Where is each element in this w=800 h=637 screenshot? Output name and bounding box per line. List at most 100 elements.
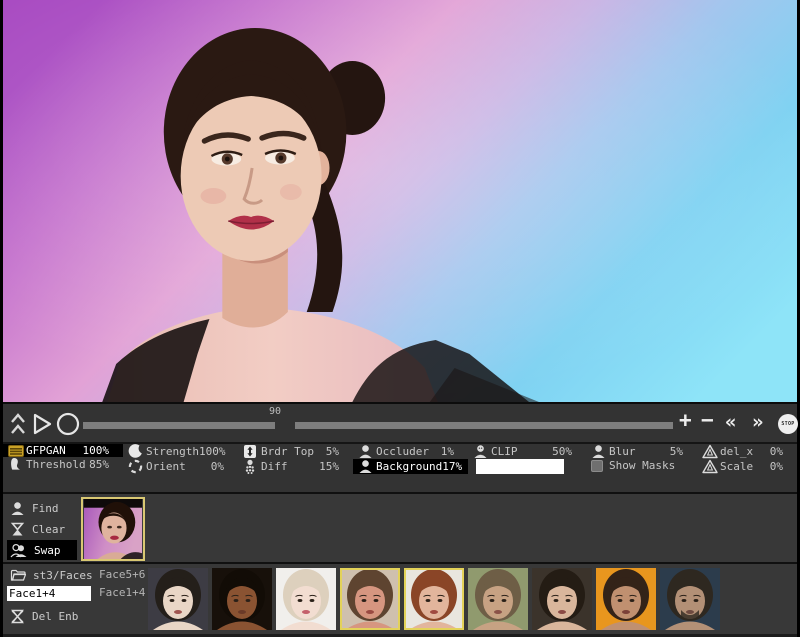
record-icon[interactable] [56, 411, 80, 437]
person-bust-icon [358, 459, 376, 474]
face-thumbnails-row [148, 568, 720, 630]
folder-icon [10, 568, 26, 582]
person-bust-icon [591, 444, 609, 459]
hourglass-icon [10, 522, 25, 537]
rewind-button[interactable]: « [725, 411, 736, 433]
find-button[interactable]: Find [7, 498, 77, 518]
face-thumbnail-6[interactable] [468, 568, 528, 630]
swap-target-thumbnail[interactable] [81, 497, 145, 561]
faces-folder-button[interactable]: st3/Faces [10, 568, 93, 582]
threshold-label: Threshold [26, 458, 86, 471]
crossed-hourglass-icon [10, 609, 25, 624]
face-swap-app: 90 + − « » STOP GFPGAN 100% Threshold 85… [0, 0, 800, 637]
clip-control[interactable]: CLIP 50% [468, 444, 586, 459]
strength-label: Strength [146, 445, 199, 458]
background-value: 17% [442, 460, 462, 473]
crescent-icon [128, 444, 146, 459]
jump-up-icon[interactable] [9, 411, 27, 437]
clip-input-cell [468, 459, 586, 474]
occluder-label: Occluder [376, 445, 429, 458]
triangle-warning-icon [702, 444, 720, 459]
del-x-control[interactable]: del_x 0% [697, 444, 797, 459]
background-label: Background [376, 460, 442, 473]
slider-value: 90 [269, 406, 281, 417]
gfpgan-control[interactable]: GFPGAN 100% [3, 444, 123, 457]
clip-label: CLIP [491, 445, 518, 458]
swap-panel: Find Clear Swap [3, 492, 797, 562]
face-tag: Face1+4 [99, 586, 145, 599]
del-x-value: 0% [770, 445, 783, 458]
background-control[interactable]: Background 17% [353, 459, 468, 474]
blur-control[interactable]: Blur 5% [586, 444, 697, 459]
blur-value: 5% [670, 445, 683, 458]
forward-button[interactable]: » [752, 411, 763, 433]
face-thumbnail-5[interactable] [404, 568, 464, 630]
vertical-arrows-box-icon [243, 444, 261, 459]
strength-control[interactable]: Strength 100% [123, 444, 238, 459]
person-bust-icon [10, 501, 25, 516]
face-name-input[interactable] [7, 586, 91, 601]
find-label: Find [32, 502, 59, 515]
increase-button[interactable]: + [679, 408, 692, 432]
gfpgan-badge-icon [8, 445, 26, 457]
clear-button[interactable]: Clear [7, 519, 77, 539]
scale-value: 0% [770, 460, 783, 473]
threshold-icon [8, 457, 26, 472]
scale-control[interactable]: Scale 0% [697, 459, 797, 474]
clear-label: Clear [32, 523, 65, 536]
face-thumbnail-9[interactable] [660, 568, 720, 630]
border-top-value: 5% [326, 445, 339, 458]
show-masks-checkbox[interactable] [591, 460, 603, 472]
del-x-label: del_x [720, 445, 753, 458]
threshold-control[interactable]: Threshold 85% [3, 457, 123, 472]
border-top-label: Brdr Top [261, 445, 314, 458]
two-persons-icon [10, 543, 27, 558]
orient-value: 0% [211, 460, 224, 473]
swap-label: Swap [34, 544, 61, 557]
swap-button[interactable]: Swap [7, 540, 77, 560]
stop-button[interactable]: STOP [778, 414, 798, 434]
preview-image [3, 0, 797, 402]
face-thumbnail-3[interactable] [276, 568, 336, 630]
faces-panel: st3/Faces Del Enb Face5+6 Face1+4 [3, 562, 797, 637]
playback-bar: 90 + − « » STOP [3, 402, 797, 442]
decrease-button[interactable]: − [701, 408, 714, 432]
triangle-warning-icon [702, 459, 720, 474]
show-masks-label: Show Masks [609, 459, 675, 472]
face-thumbnail-4[interactable] [340, 568, 400, 630]
face-thumbnail-8[interactable] [596, 568, 656, 630]
person-bust-icon [358, 444, 376, 459]
del-enb-button[interactable]: Del Enb [10, 609, 78, 624]
portrait-illustration [3, 0, 797, 402]
threshold-value: 85% [89, 458, 109, 471]
frame-slider[interactable]: 90 [83, 404, 673, 444]
gfpgan-value: 100% [83, 444, 110, 457]
person-face-icon [473, 444, 491, 459]
border-top-control[interactable]: Brdr Top 5% [238, 444, 353, 459]
clip-text-input[interactable] [476, 459, 564, 474]
show-masks-control[interactable]: Show Masks [586, 459, 697, 472]
face-tag: Face5+6 [99, 568, 145, 581]
parameters-toolbar: GFPGAN 100% Threshold 85% Strength 100% [3, 442, 797, 492]
clip-value: 50% [552, 445, 572, 458]
del-enb-label: Del Enb [32, 610, 78, 623]
strength-value: 100% [199, 445, 226, 458]
orient-label: Orient [146, 460, 186, 473]
diff-label: Diff [261, 460, 288, 473]
face-thumbnail-7[interactable] [532, 568, 592, 630]
dotted-figure-icon [243, 459, 261, 474]
diff-control[interactable]: Diff 15% [238, 459, 353, 474]
faces-folder-label: st3/Faces [33, 569, 93, 582]
diff-value: 15% [319, 460, 339, 473]
occluder-value: 1% [441, 445, 454, 458]
slider-track[interactable] [83, 422, 673, 429]
face-thumbnail-2[interactable] [212, 568, 272, 630]
orient-control[interactable]: Orient 0% [123, 459, 238, 474]
scale-label: Scale [720, 460, 753, 473]
rotate-icon [128, 459, 146, 474]
target-face-illustration [83, 499, 143, 559]
face-thumbnail-1[interactable] [148, 568, 208, 630]
occluder-control[interactable]: Occluder 1% [353, 444, 468, 459]
play-icon[interactable] [30, 411, 54, 437]
slider-thumb[interactable] [275, 422, 295, 429]
